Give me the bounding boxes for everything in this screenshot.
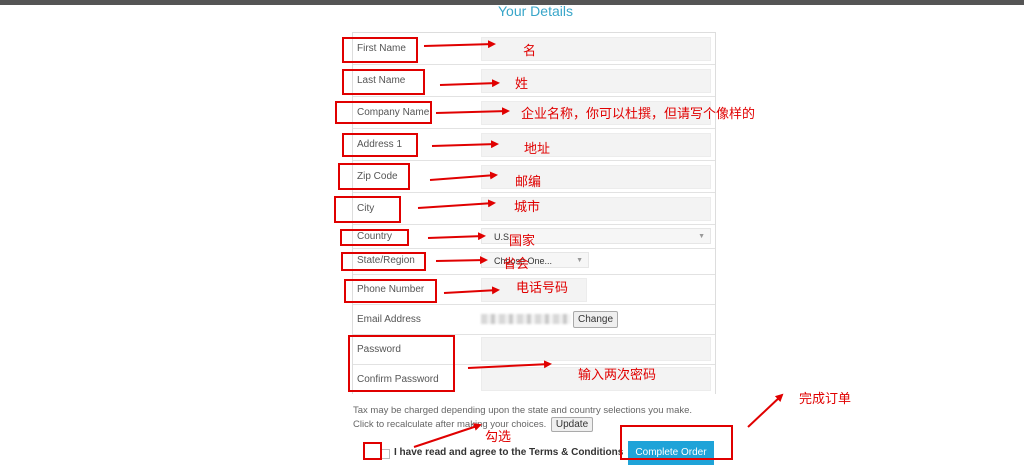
arrow-city: [417, 199, 496, 209]
arrow-agree: [413, 423, 482, 448]
annotation-state: 省会: [503, 256, 530, 271]
annotation-company: 企业名称，你可以杜撰，但请写个像样的: [521, 106, 756, 121]
arrow-company: [435, 107, 510, 116]
arrow-country: [427, 232, 486, 241]
annotation-city: 城市: [514, 199, 541, 214]
annotation-zip: 邮编: [515, 174, 542, 189]
annotation-agree: 勾选: [485, 429, 512, 444]
annotation-address: 地址: [524, 141, 551, 156]
arrow-phone: [443, 286, 500, 295]
annotation-last-name: 姓: [515, 76, 529, 91]
arrow-state: [435, 256, 488, 265]
arrow-password: [467, 360, 552, 369]
arrow-last-name: [439, 79, 500, 88]
annotation-complete: 完成订单: [799, 391, 852, 406]
arrow-address: [431, 140, 499, 149]
annotation-first-name: 名: [523, 43, 537, 58]
arrow-complete: [747, 393, 784, 428]
annotation-password: 输入两次密码: [578, 367, 657, 382]
annotation-country: 国家: [509, 233, 536, 248]
arrow-first-name: [423, 40, 496, 49]
arrow-zip: [429, 171, 498, 181]
annotation-phone: 电话号码: [516, 280, 569, 295]
